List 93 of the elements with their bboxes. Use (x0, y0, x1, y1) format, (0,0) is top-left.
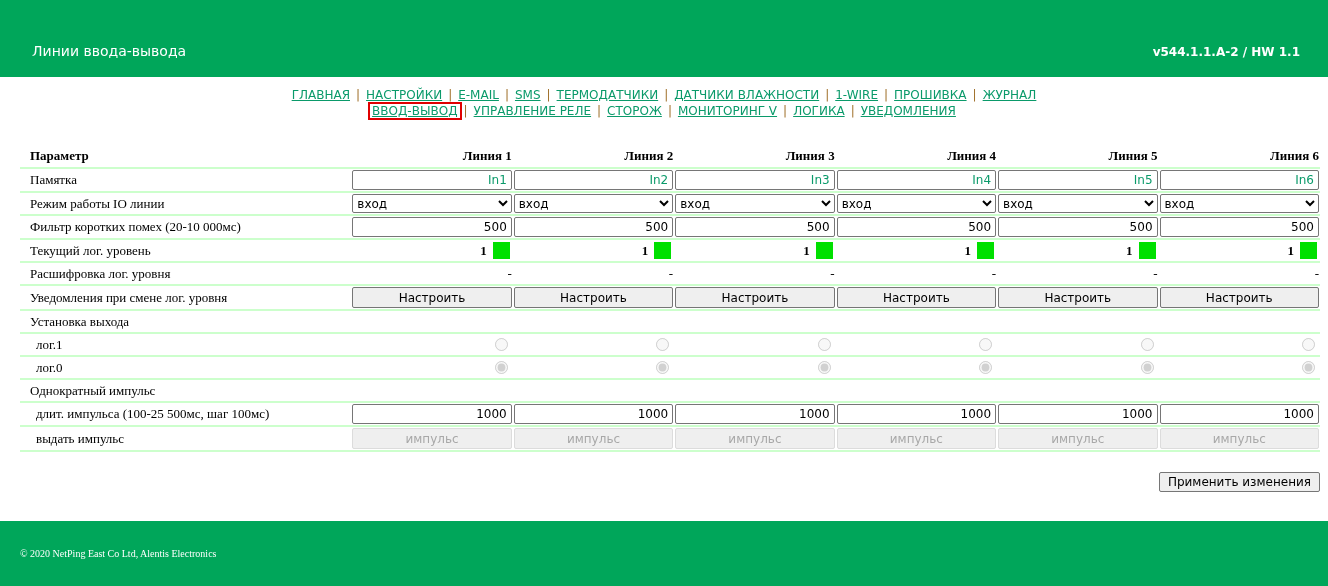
nav-separator: | (546, 88, 551, 102)
nav-separator: | (463, 104, 468, 118)
memo-field[interactable]: In2 (513, 170, 674, 190)
column-header: Линия 3 (785, 148, 835, 163)
nav-separator: | (972, 88, 977, 102)
nav-separator: | (597, 104, 602, 118)
nav-separator: | (667, 104, 672, 118)
level-value: 1 (1126, 242, 1133, 259)
nav-separator: | (825, 88, 830, 102)
column-header: Линия 5 (1108, 148, 1158, 163)
nav-link[interactable]: ТЕРМОДАТЧИКИ (552, 86, 663, 104)
number-field[interactable]: 1000 (352, 404, 512, 424)
level-value: 1 (1287, 242, 1294, 259)
mode-dropdown[interactable]: вход (675, 194, 835, 213)
parameter-label: Расшифровка лог. уровня (30, 265, 171, 281)
nav-link[interactable]: ДАТЧИКИ ВЛАЖНОСТИ (670, 86, 824, 104)
level-decoding: - (991, 265, 997, 281)
page-title: Линии ввода-вывода (32, 43, 187, 59)
number-field[interactable]: 1000 (998, 404, 1158, 424)
memo-field[interactable]: In6 (1159, 170, 1319, 190)
level-decoding: - (507, 265, 512, 281)
parameter-label: лог.0 (36, 359, 63, 375)
number-field[interactable]: 500 (675, 217, 835, 237)
nav-link[interactable]: ЛОГИКА (789, 102, 849, 120)
level-value: 1 (803, 242, 810, 259)
number-field[interactable]: 1000 (836, 404, 997, 424)
configure-button[interactable]: Настроить (675, 287, 835, 308)
parameter-label: выдать импульс (36, 430, 125, 446)
memo-field[interactable]: In5 (998, 170, 1158, 190)
level-decoding: - (1153, 265, 1158, 281)
mode-dropdown[interactable]: вход (998, 194, 1158, 213)
mode-dropdown[interactable]: вход (513, 194, 674, 213)
number-field[interactable]: 1000 (1159, 404, 1319, 424)
version-label: v544.1.1.A-2 / HW 1.1 (1152, 45, 1300, 59)
nav-link[interactable]: SMS (510, 86, 545, 104)
nav-separator: | (664, 88, 669, 102)
mode-dropdown[interactable]: вход (1159, 194, 1319, 213)
number-field[interactable]: 500 (513, 217, 674, 237)
parameter-label: Установка выхода (30, 313, 130, 329)
nav-link[interactable]: НАСТРОЙКИ (362, 86, 447, 104)
nav-separator: | (504, 88, 509, 102)
nav-link[interactable]: УВЕДОМЛЕНИЯ (856, 102, 960, 120)
column-header: Линия 2 (624, 148, 674, 163)
nav-link[interactable]: ЖУРНАЛ (978, 86, 1041, 104)
mode-dropdown[interactable]: вход (352, 194, 512, 213)
column-header: Параметр (30, 148, 89, 163)
nav-link[interactable]: МОНИТОРИНГ V (673, 102, 782, 120)
configure-button[interactable]: Настроить (352, 287, 512, 308)
number-field[interactable]: 500 (352, 217, 512, 237)
column-header: Линия 1 (462, 148, 512, 163)
memo-field[interactable]: In1 (352, 170, 512, 190)
nav-link[interactable]: ПРОШИВКА (890, 86, 971, 104)
level-decoding: - (1314, 265, 1319, 281)
nav-link[interactable]: УПРАВЛЕНИЕ РЕЛЕ (469, 102, 596, 120)
parameter-label: Фильтр коротких помех (20-10 000мс) (30, 219, 241, 234)
copyright-text: © 2020 NetPing East Co Ltd, Alentis Electronics (20, 548, 217, 559)
number-field[interactable]: 500 (998, 217, 1158, 237)
nav-link[interactable]: E-MAIL (454, 86, 503, 104)
configure-button[interactable]: Настроить (1159, 287, 1319, 308)
nav-link[interactable]: 1-WIRE (831, 86, 883, 104)
level-decoding: - (830, 265, 835, 281)
number-field[interactable]: 500 (836, 217, 997, 237)
parameter-label: Режим работы IO линии (30, 195, 165, 211)
configure-button[interactable]: Настроить (836, 287, 997, 308)
configure-button[interactable]: Настроить (513, 287, 674, 308)
nav-separator: | (356, 88, 361, 102)
nav-separator: | (783, 104, 788, 118)
apply-button[interactable]: Применить изменения (1158, 472, 1320, 492)
nav-separator: | (448, 88, 453, 102)
parameter-label: Однократный импульс (30, 382, 156, 398)
number-field[interactable]: 1000 (513, 404, 674, 424)
memo-field[interactable]: In4 (836, 170, 997, 190)
level-value: 1 (480, 242, 487, 259)
column-header: Линия 4 (947, 148, 997, 163)
parameter-label: длит. импульса (100-25 500мс, шаг 100мс) (36, 406, 270, 421)
nav-separator: | (850, 104, 855, 118)
mode-dropdown[interactable]: вход (836, 194, 997, 213)
level-decoding: - (668, 265, 674, 281)
configure-button[interactable]: Настроить (998, 287, 1158, 308)
nav-link[interactable]: СТОРОЖ (603, 102, 666, 120)
parameter-label: Текущий лог. уровень (30, 242, 151, 258)
level-value: 1 (964, 242, 972, 259)
memo-field[interactable]: In3 (675, 170, 835, 190)
number-field[interactable]: 500 (1159, 217, 1319, 237)
parameter-label: лог.1 (36, 336, 63, 352)
nav-link[interactable]: ВВОД-ВЫВОД (368, 102, 462, 120)
nav-link[interactable]: ГЛАВНАЯ (287, 86, 354, 104)
parameter-label: Уведомления при смене лог. уровня (30, 289, 228, 305)
nav-separator: | (884, 88, 889, 102)
number-field[interactable]: 1000 (675, 404, 835, 424)
level-value: 1 (641, 242, 649, 259)
column-header: Линия 6 (1270, 148, 1319, 163)
parameter-label: Памятка (30, 172, 77, 187)
